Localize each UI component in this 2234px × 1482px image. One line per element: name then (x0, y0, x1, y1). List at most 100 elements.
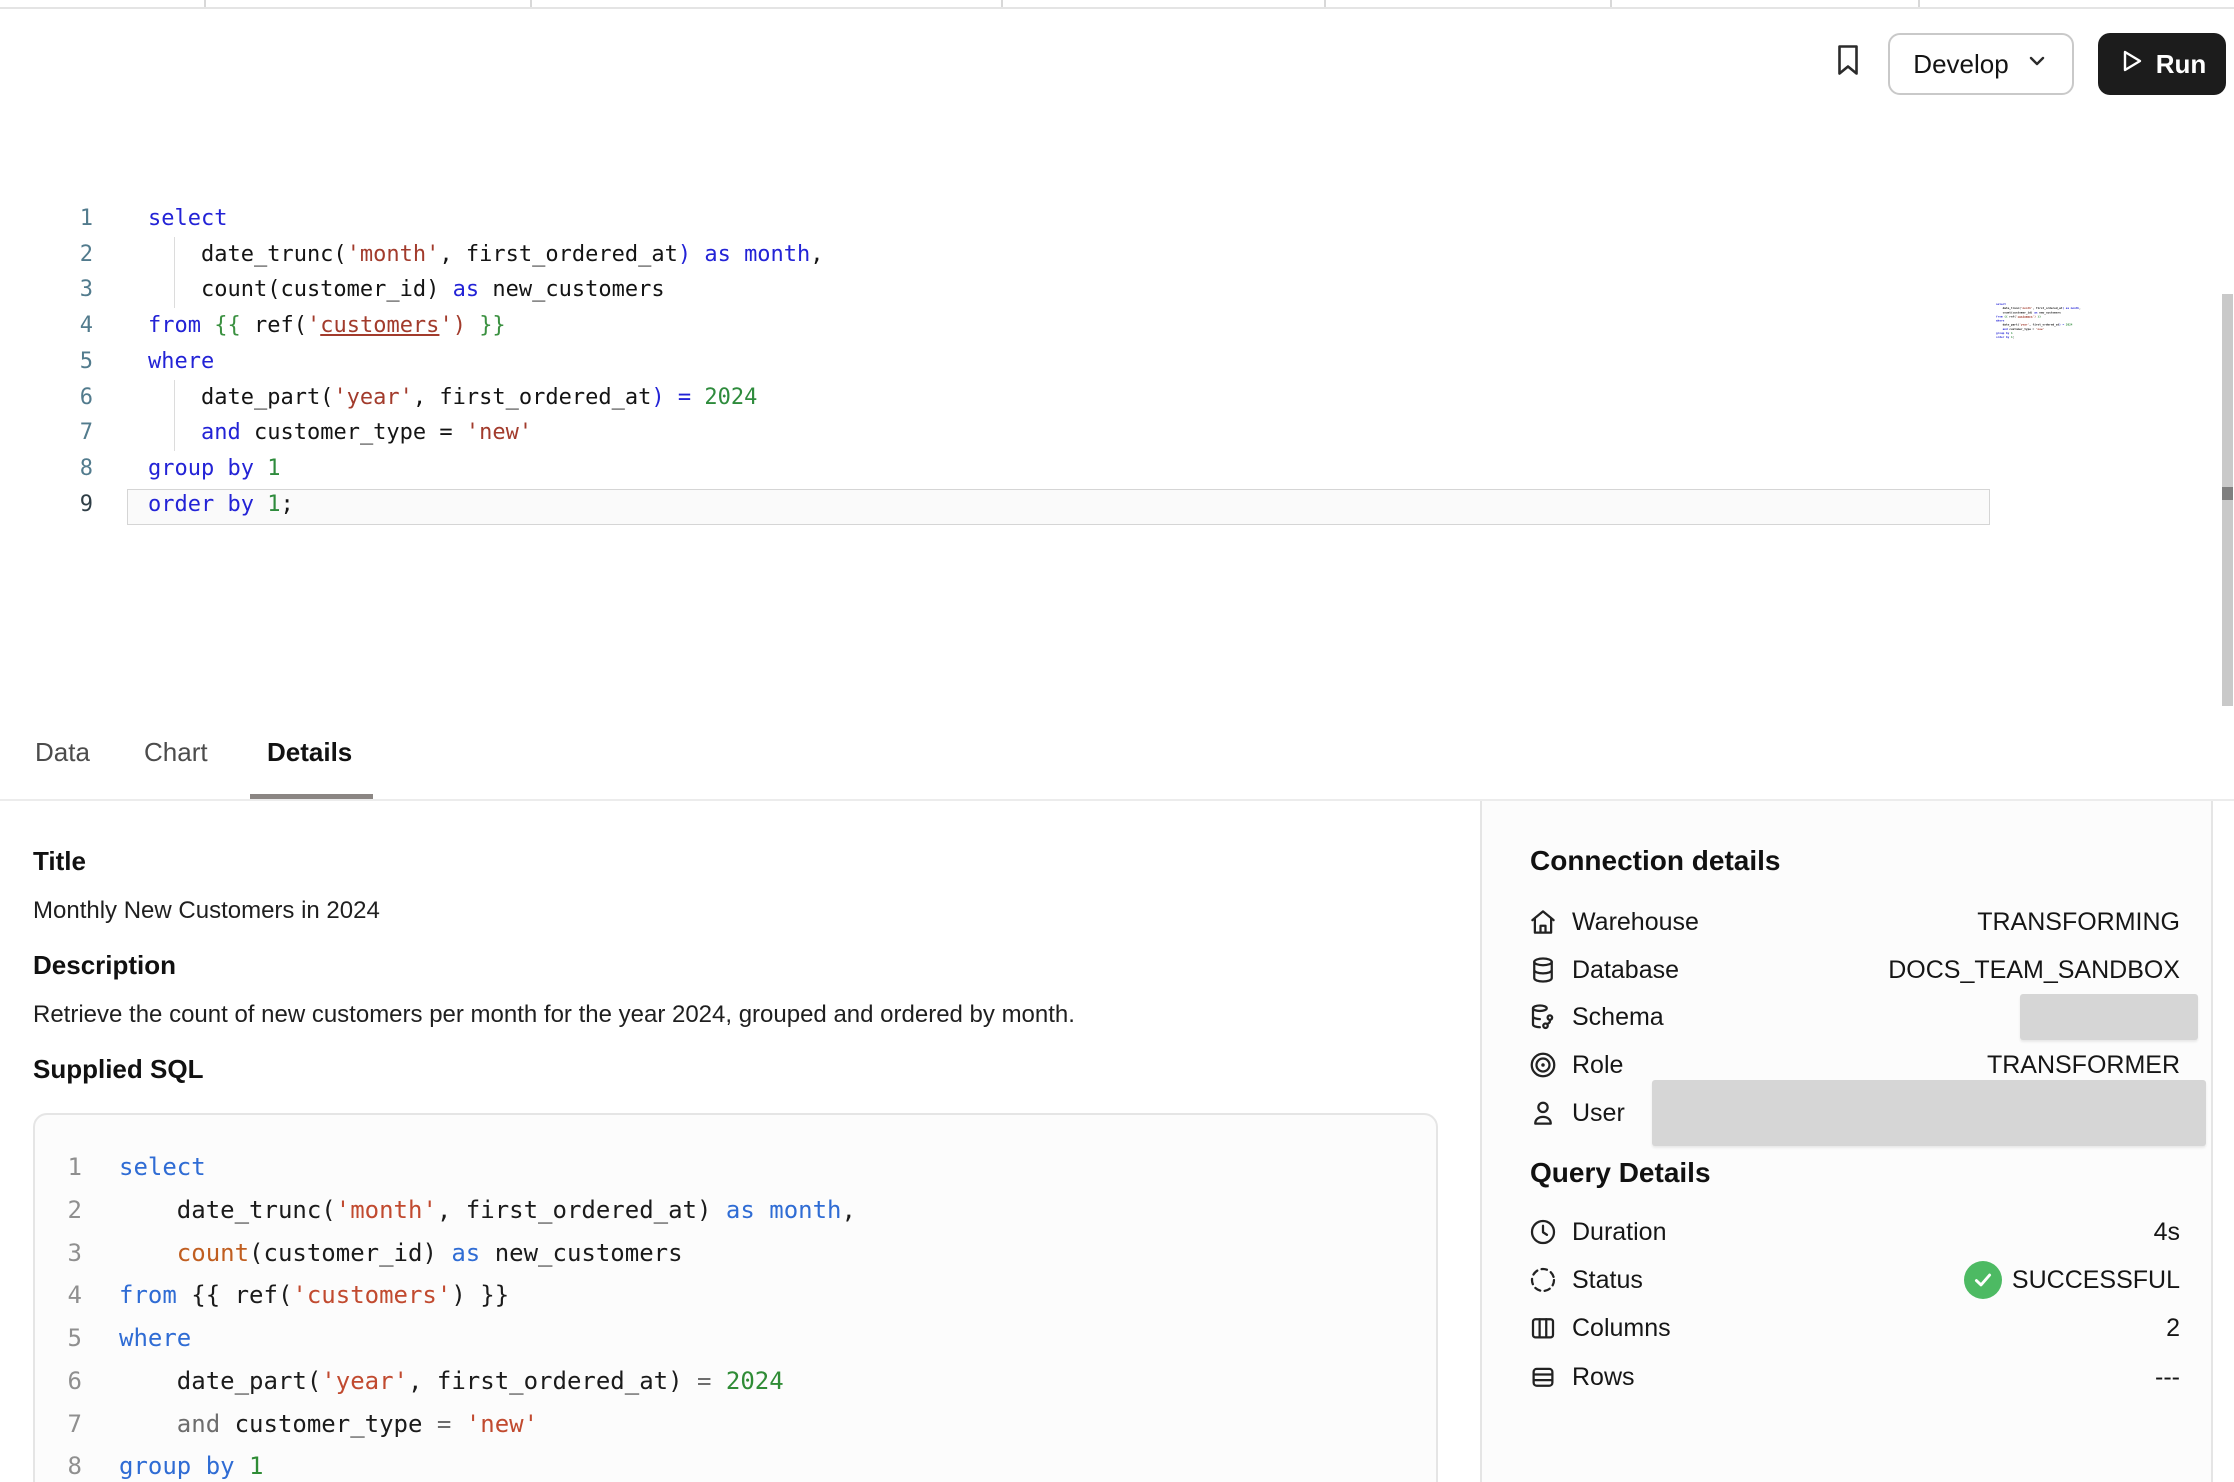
code-line: where (148, 344, 214, 380)
line-number: 4 (0, 308, 93, 344)
code-token: count (177, 1239, 249, 1267)
code-token: {{ ref( (177, 1281, 293, 1309)
supplied-sql-line: 1select (35, 1146, 1425, 1189)
code-token: new_customers (480, 1239, 682, 1267)
editor-scrollbar-thumb[interactable] (2222, 487, 2233, 500)
code-token: group by (148, 456, 254, 481)
code-token: 2024 (704, 385, 757, 410)
code-token (254, 492, 267, 517)
code-token: 'year' (333, 385, 412, 410)
title-heading: Title (33, 846, 86, 877)
panel-row-label: Database (1572, 946, 1679, 994)
code-token: customers (2018, 315, 2033, 318)
develop-dropdown-button[interactable]: Develop (1888, 33, 2074, 95)
tab-divider (1918, 0, 1920, 7)
rows-icon (1528, 1362, 1558, 1392)
tab-chart[interactable]: Chart (144, 706, 208, 799)
code-token (711, 1367, 725, 1395)
code-token (119, 1410, 177, 1438)
code-token: as (451, 1239, 480, 1267)
line-number: 7 (35, 1403, 82, 1446)
code-token: , first_ordered_at) (408, 1367, 697, 1395)
code-token: }} (2038, 315, 2041, 318)
success-check-icon (1964, 1261, 2002, 1299)
panel-row-value: SUCCESSFUL (1964, 1256, 2180, 1304)
redacted-value (1652, 1080, 2206, 1146)
panel-row-value: DOCS_TEAM_SANDBOX (1888, 946, 2180, 994)
line-number: 8 (35, 1445, 82, 1482)
query-details-heading: Query Details (1530, 1157, 1711, 1189)
redacted-value (2020, 994, 2198, 1040)
code-token (201, 313, 214, 338)
code-token: where (148, 349, 214, 374)
editor-minimap[interactable]: select date_trunc('month', first_ordered… (1996, 302, 2108, 350)
line-number: 3 (35, 1232, 82, 1275)
header-bar: Develop Run (0, 9, 2234, 104)
code-token (119, 1239, 177, 1267)
tab-details[interactable]: Details (267, 706, 352, 799)
code-line: from {{ ref('customers') }} (119, 1274, 509, 1317)
code-token: select (119, 1153, 206, 1181)
supplied-sql-line: 3 count(customer_id) as new_customers (35, 1232, 1425, 1275)
line-number: 5 (0, 344, 93, 380)
run-button[interactable]: Run (2098, 33, 2226, 95)
tab-divider (204, 0, 206, 7)
code-token: 1 (249, 1452, 263, 1480)
code-token (254, 456, 267, 481)
code-token: (customer_id) (249, 1239, 451, 1267)
panel-row-label: Duration (1572, 1208, 1667, 1256)
code-token: where (119, 1324, 191, 1352)
code-token: ' (307, 313, 320, 338)
bookmark-button[interactable] (1824, 37, 1872, 85)
code-token: , first_ordered_at) (437, 1196, 726, 1224)
code-token: , (2079, 307, 2081, 310)
code-token: ) (651, 385, 664, 410)
code-token: , first_ordered_at (439, 242, 677, 267)
tab-divider (530, 0, 532, 7)
schema-icon (1528, 1002, 1558, 1032)
tab-data[interactable]: Data (35, 706, 90, 799)
code-token: 1 (267, 492, 280, 517)
line-number: 8 (0, 451, 93, 487)
editor-line: 5 where (0, 344, 2234, 380)
bookmark-icon (1830, 42, 1866, 81)
code-token: date_trunc( (119, 1196, 336, 1224)
code-token: as month (726, 1196, 842, 1224)
code-token: as (453, 277, 480, 302)
line-number: 6 (0, 380, 93, 416)
line-number: 9 (0, 487, 93, 523)
panel-row-database: Database DOCS_TEAM_SANDBOX (1482, 946, 2211, 994)
code-token: 'month' (336, 1196, 437, 1224)
panel-row-value: 4s (2154, 1208, 2180, 1256)
sql-editor[interactable]: 1select2 date_trunc('month', first_order… (0, 102, 2234, 704)
code-token (691, 242, 704, 267)
code-line: select (119, 1146, 206, 1189)
editor-line: 6 date_part('year', first_ordered_at) = … (0, 380, 2234, 416)
code-token (235, 1452, 249, 1480)
editor-line: 3 count(customer_id) as new_customers (0, 272, 2234, 308)
code-token (665, 385, 678, 410)
code-line: date_part('year', first_ordered_at) = 20… (148, 380, 757, 416)
minimap-line: order by 1; (1996, 335, 2108, 339)
code-token: }} (479, 313, 506, 338)
code-token: from (119, 1281, 177, 1309)
details-side-panel: Connection details WarehouseTRANSFORMING… (1480, 801, 2213, 1482)
develop-label: Develop (1913, 49, 2008, 80)
title-value: Monthly New Customers in 2024 (33, 897, 380, 925)
editor-line: 9 order by 1; (0, 487, 2234, 523)
warehouse-icon (1528, 907, 1558, 937)
panel-row-label: Status (1572, 1256, 1643, 1304)
app-window: Develop Run Query completed in 4s En (0, 0, 2234, 1482)
code-token: = (697, 1367, 711, 1395)
code-token: customer_type = (241, 420, 466, 445)
panel-row-label: Warehouse (1572, 898, 1699, 946)
editor-line: 8group by 1 (0, 451, 2234, 487)
code-line: order by 1; (148, 487, 294, 523)
code-token: count(customer_id) (148, 277, 453, 302)
line-number: 7 (0, 415, 93, 451)
supplied-sql-line: 7 and customer_type = 'new' (35, 1403, 1425, 1446)
code-line: date_trunc('month', first_ordered_at) as… (119, 1189, 856, 1232)
code-line: and customer_type = 'new' (119, 1403, 538, 1446)
code-token: 'month' (347, 242, 440, 267)
editor-line: 1select (0, 201, 2234, 237)
